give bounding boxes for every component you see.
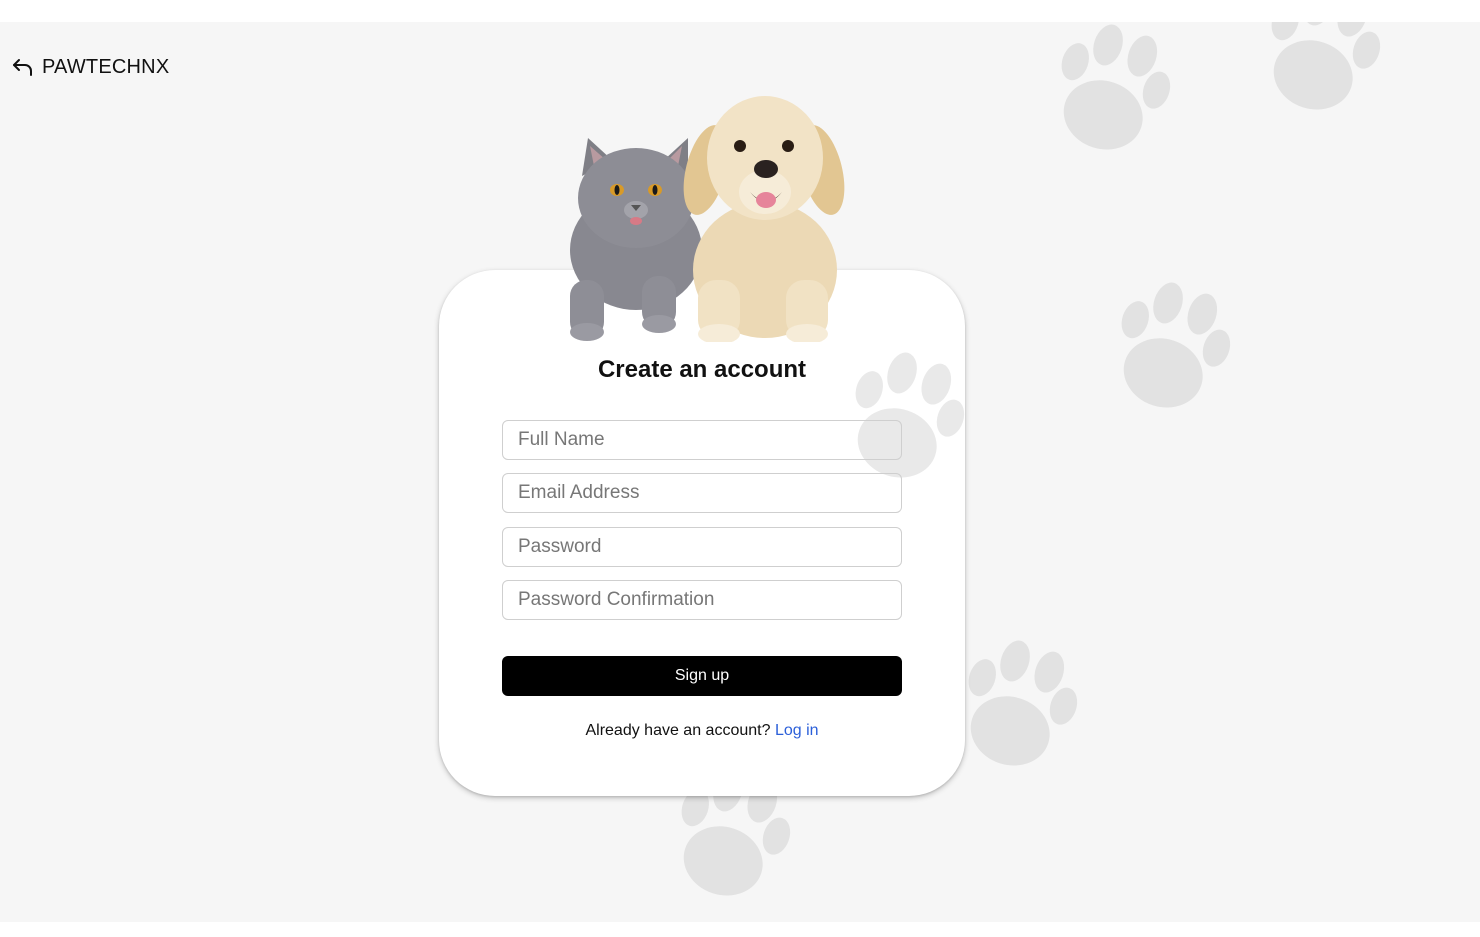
cat-and-dog-illustration [560,80,850,342]
paw-print-icon [952,640,1082,780]
log-in-link[interactable]: Log in [775,722,819,739]
brand-back-link[interactable]: PAWTECHNX [12,56,169,79]
password-input[interactable] [502,527,902,567]
back-arrow-icon [12,58,34,78]
brand-name: PAWTECHNX [42,56,170,78]
login-prompt-text: Already have an account? [585,722,771,739]
paw-print-icon [1255,22,1385,124]
email-input[interactable] [502,473,902,513]
paw-print-icon [1105,282,1235,422]
cat-illustration [570,138,702,341]
paw-print-icon [1045,24,1175,164]
dog-illustration [683,96,845,342]
page-title: Create an account [597,356,807,383]
full-name-input[interactable] [502,420,902,460]
sign-up-button[interactable]: Sign up [502,656,902,696]
signup-card: Create an account Sign up Already have a… [439,270,965,796]
login-prompt-row: Already have an account? Log in [439,722,965,740]
password-confirmation-input[interactable] [502,580,902,620]
signup-page: PAWTECHNX Create an account Sign up Alre… [0,22,1480,922]
